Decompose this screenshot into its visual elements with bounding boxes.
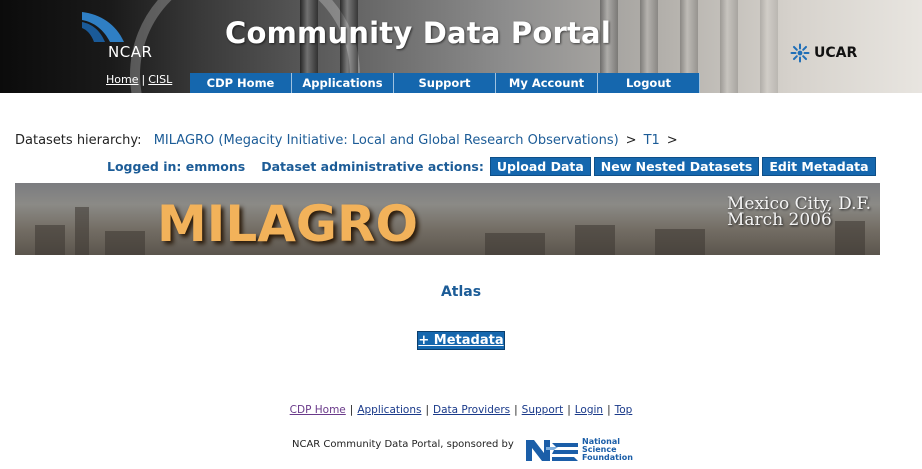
admin-actions-label: Dataset administrative actions:: [261, 159, 484, 174]
new-nested-datasets-button[interactable]: New Nested Datasets: [593, 157, 760, 176]
link-separator: |: [349, 404, 354, 416]
nsf-logo-icon: [526, 440, 578, 461]
nsf-logo[interactable]: National Science Foundation: [524, 437, 633, 463]
footer-link-data-providers[interactable]: Data Providers: [433, 404, 510, 416]
site-title: Community Data Portal: [225, 16, 611, 50]
sponsor-text: NCAR Community Data Portal, sponsored by: [292, 439, 514, 450]
breadcrumb-label: Datasets hierarchy:: [15, 133, 142, 148]
nsf-text-line: Foundation: [582, 453, 633, 462]
link-separator: |: [425, 404, 430, 416]
footer-link-support[interactable]: Support: [522, 404, 564, 416]
banner-date-line: March 2006: [727, 210, 832, 230]
banner-decoration: [35, 225, 65, 255]
breadcrumb-separator: >: [625, 133, 637, 148]
banner-decoration: [485, 233, 545, 255]
link-separator: |: [607, 404, 611, 416]
link-separator: |: [141, 73, 146, 86]
ucar-logo-text[interactable]: UCAR: [814, 45, 857, 61]
upload-data-button[interactable]: Upload Data: [489, 157, 591, 176]
nav-cdp-home[interactable]: CDP Home: [190, 73, 292, 93]
header-decoration: [760, 0, 778, 93]
main-nav: CDP Home Applications Support My Account…: [190, 73, 700, 93]
home-link[interactable]: Home: [106, 73, 138, 86]
banner-location: Mexico City, D.F. March 2006: [727, 196, 871, 230]
breadcrumb-separator: >: [666, 133, 678, 148]
nav-logout[interactable]: Logout: [598, 73, 700, 93]
breadcrumb-item-t1[interactable]: T1: [644, 133, 660, 148]
admin-actions: Logged in: emmons Dataset administrative…: [107, 157, 876, 176]
ncar-logo-text[interactable]: NCAR: [108, 43, 152, 61]
banner-decoration: [75, 207, 89, 255]
link-separator: |: [514, 404, 518, 416]
banner-title: MILAGRO: [157, 195, 418, 253]
banner-decoration: [655, 229, 705, 255]
banner-decoration: [105, 231, 145, 255]
footer-link-top[interactable]: Top: [615, 404, 633, 416]
breadcrumb-item-milagro[interactable]: MILAGRO (Megacity Initiative: Local and …: [154, 133, 619, 148]
metadata-toggle-button[interactable]: + Metadata: [417, 331, 505, 350]
cisl-link[interactable]: CISL: [148, 73, 172, 86]
footer-link-cdp-home[interactable]: CDP Home: [290, 404, 346, 416]
footer-links: CDP Home | Applications | Data Providers | Sup…: [0, 404, 922, 416]
footer-link-applications[interactable]: Applications: [357, 404, 421, 416]
link-separator: |: [567, 404, 571, 416]
project-banner: MILAGRO Mexico City, D.F. March 2006: [15, 183, 880, 255]
edit-metadata-button[interactable]: Edit Metadata: [762, 157, 876, 176]
ucar-logo-icon[interactable]: [790, 43, 810, 63]
ncar-logo-icon[interactable]: [80, 10, 126, 44]
nav-applications[interactable]: Applications: [292, 73, 394, 93]
header-decoration: [720, 0, 738, 93]
top-links: Home | CISL: [106, 73, 172, 86]
nav-support[interactable]: Support: [394, 73, 496, 93]
banner-decoration: [575, 225, 615, 255]
dataset-title: Atlas: [440, 284, 482, 300]
nsf-logo-text: National Science Foundation: [582, 438, 633, 462]
breadcrumb: Datasets hierarchy: MILAGRO (Megacity In…: [15, 133, 685, 148]
logged-in-status: Logged in: emmons: [107, 159, 246, 174]
nav-my-account[interactable]: My Account: [496, 73, 598, 93]
footer-link-login[interactable]: Login: [575, 404, 603, 416]
